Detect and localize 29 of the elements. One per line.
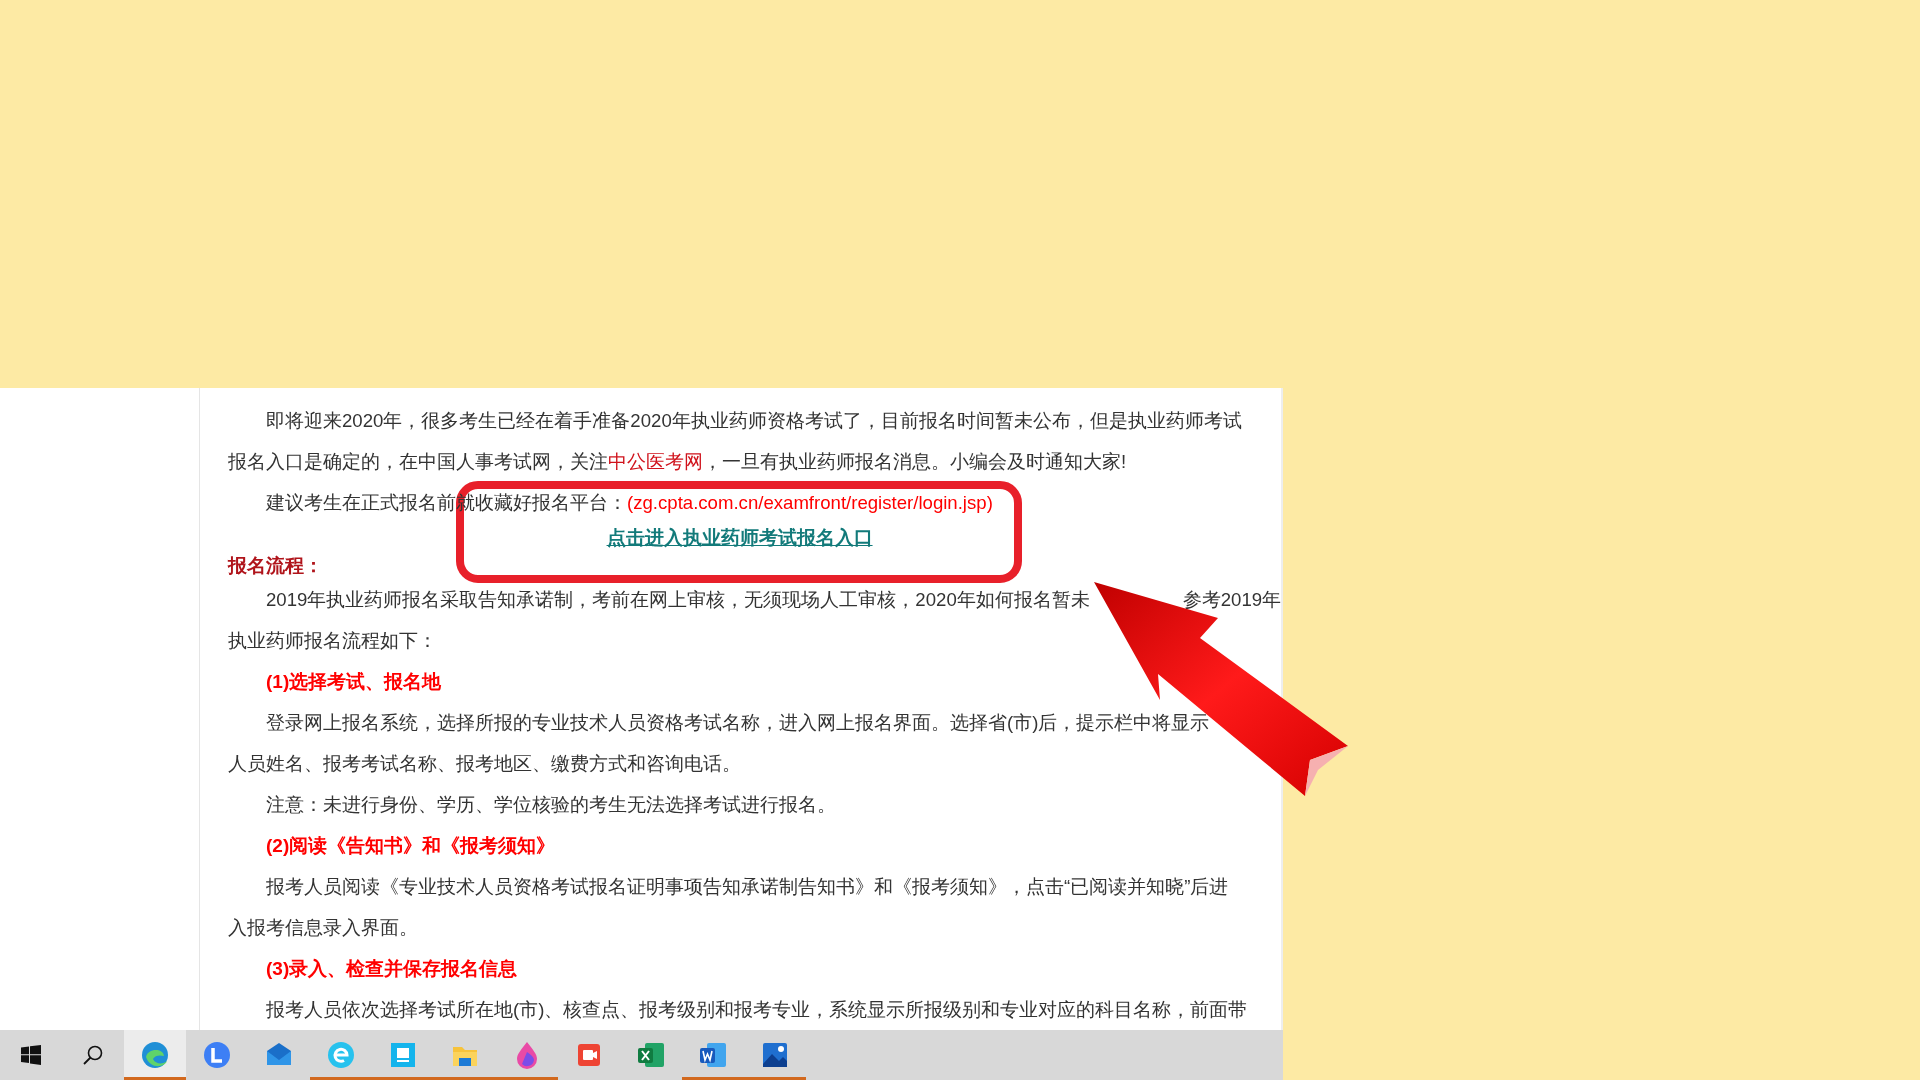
app-tile-icon [388, 1040, 418, 1070]
paragraph-text: 执业药师报名流程如下： [228, 629, 437, 653]
paragraph-text: 登录网上报名系统，选择所报的专业技术人员资格考试名称，进入网上报名界面。选择省(市)后，提示栏中将显示 [266, 711, 1210, 735]
letter-l-icon [202, 1040, 232, 1070]
paragraph-text: 注意：未进行身份、学历、学位核验的考生无法选择考试进行报名。 [266, 793, 836, 817]
browser-icon [140, 1040, 170, 1070]
landscape-icon [760, 1040, 790, 1070]
paragraph-text: 2019年执业药师报名采取告知承诺制，考前在网上审核，无须现场人工审核，2020年如何报名暂未 [266, 588, 1090, 612]
paragraph-text: ，一旦有执业药师报名消息。小编会及时通知大家! [703, 450, 1127, 474]
paragraph-text: 报考人员依次选择考试所在地(市)、核查点、报考级别和报考专业，系统显示所报级别和专业对应的科目名称，前面带 [266, 998, 1248, 1022]
section-heading: 报名流程： [228, 554, 323, 578]
paragraph-text: 即将迎来2020年，很多考生已经在着手准备2020年执业药师资格考试了，目前报名时间暂未公布，但是执业药师考试 [266, 409, 1242, 433]
paragraph-text: 入报考信息录入界面。 [228, 916, 418, 940]
step-heading: (1)选择考试、报名地 [266, 670, 442, 694]
search-icon [82, 1044, 104, 1066]
paragraph-text: 报名入口是确定的，在中国人事考试网，关注 [228, 450, 608, 474]
registration-link[interactable]: 点击进入执业药师考试报名入口 [606, 523, 873, 553]
step-heading: (2)阅读《告知书》和《报考须知》 [266, 834, 556, 858]
article-link[interactable]: 中公医考网 [608, 441, 703, 482]
windows-icon [21, 1045, 41, 1065]
letter-e-icon [326, 1040, 356, 1070]
spreadsheet-icon [636, 1040, 666, 1070]
paragraph-text: 报考人员阅读《专业技术人员资格考试报名证明事项告知承诺制告知书》和《报考须知》，点击“已阅读并知晓”后进 [266, 875, 1229, 899]
paragraph-text: 人员姓名、报考考试名称、报考地区、缴费方式和咨询电话。 [228, 752, 741, 776]
url-text: (zg.cpta.com.cn/examfront/register/login.jsp) [627, 491, 993, 515]
step-heading: (3)录入、检查并保存报名信息 [266, 957, 518, 981]
document-icon [698, 1040, 728, 1070]
taskbar-app[interactable] [124, 1030, 186, 1080]
paragraph-text: 参考2019年 [1182, 588, 1282, 612]
